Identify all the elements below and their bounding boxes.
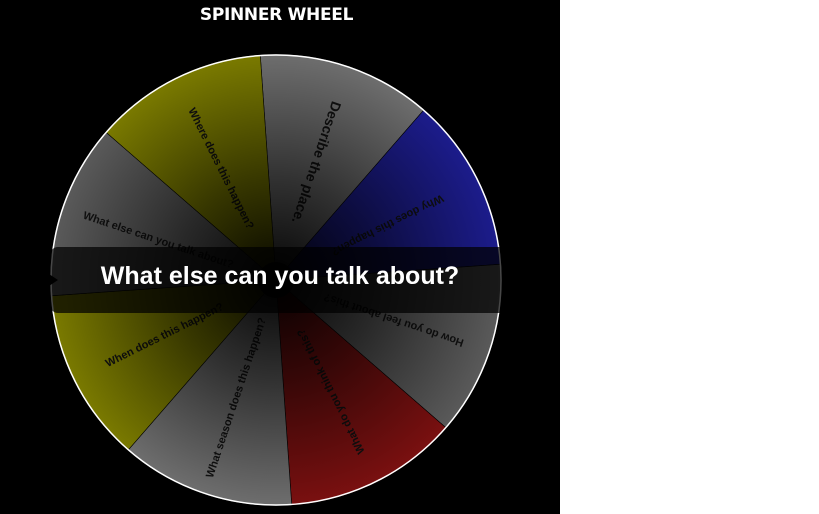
spinner-stage: SPINNER WHEEL Describe the place. Why doe… [0, 0, 560, 514]
result-text: What else can you talk about? [100, 262, 460, 290]
spinner-wheel[interactable]: Describe the place.Why does this happen?… [0, 0, 560, 514]
blank-panel [560, 0, 819, 514]
